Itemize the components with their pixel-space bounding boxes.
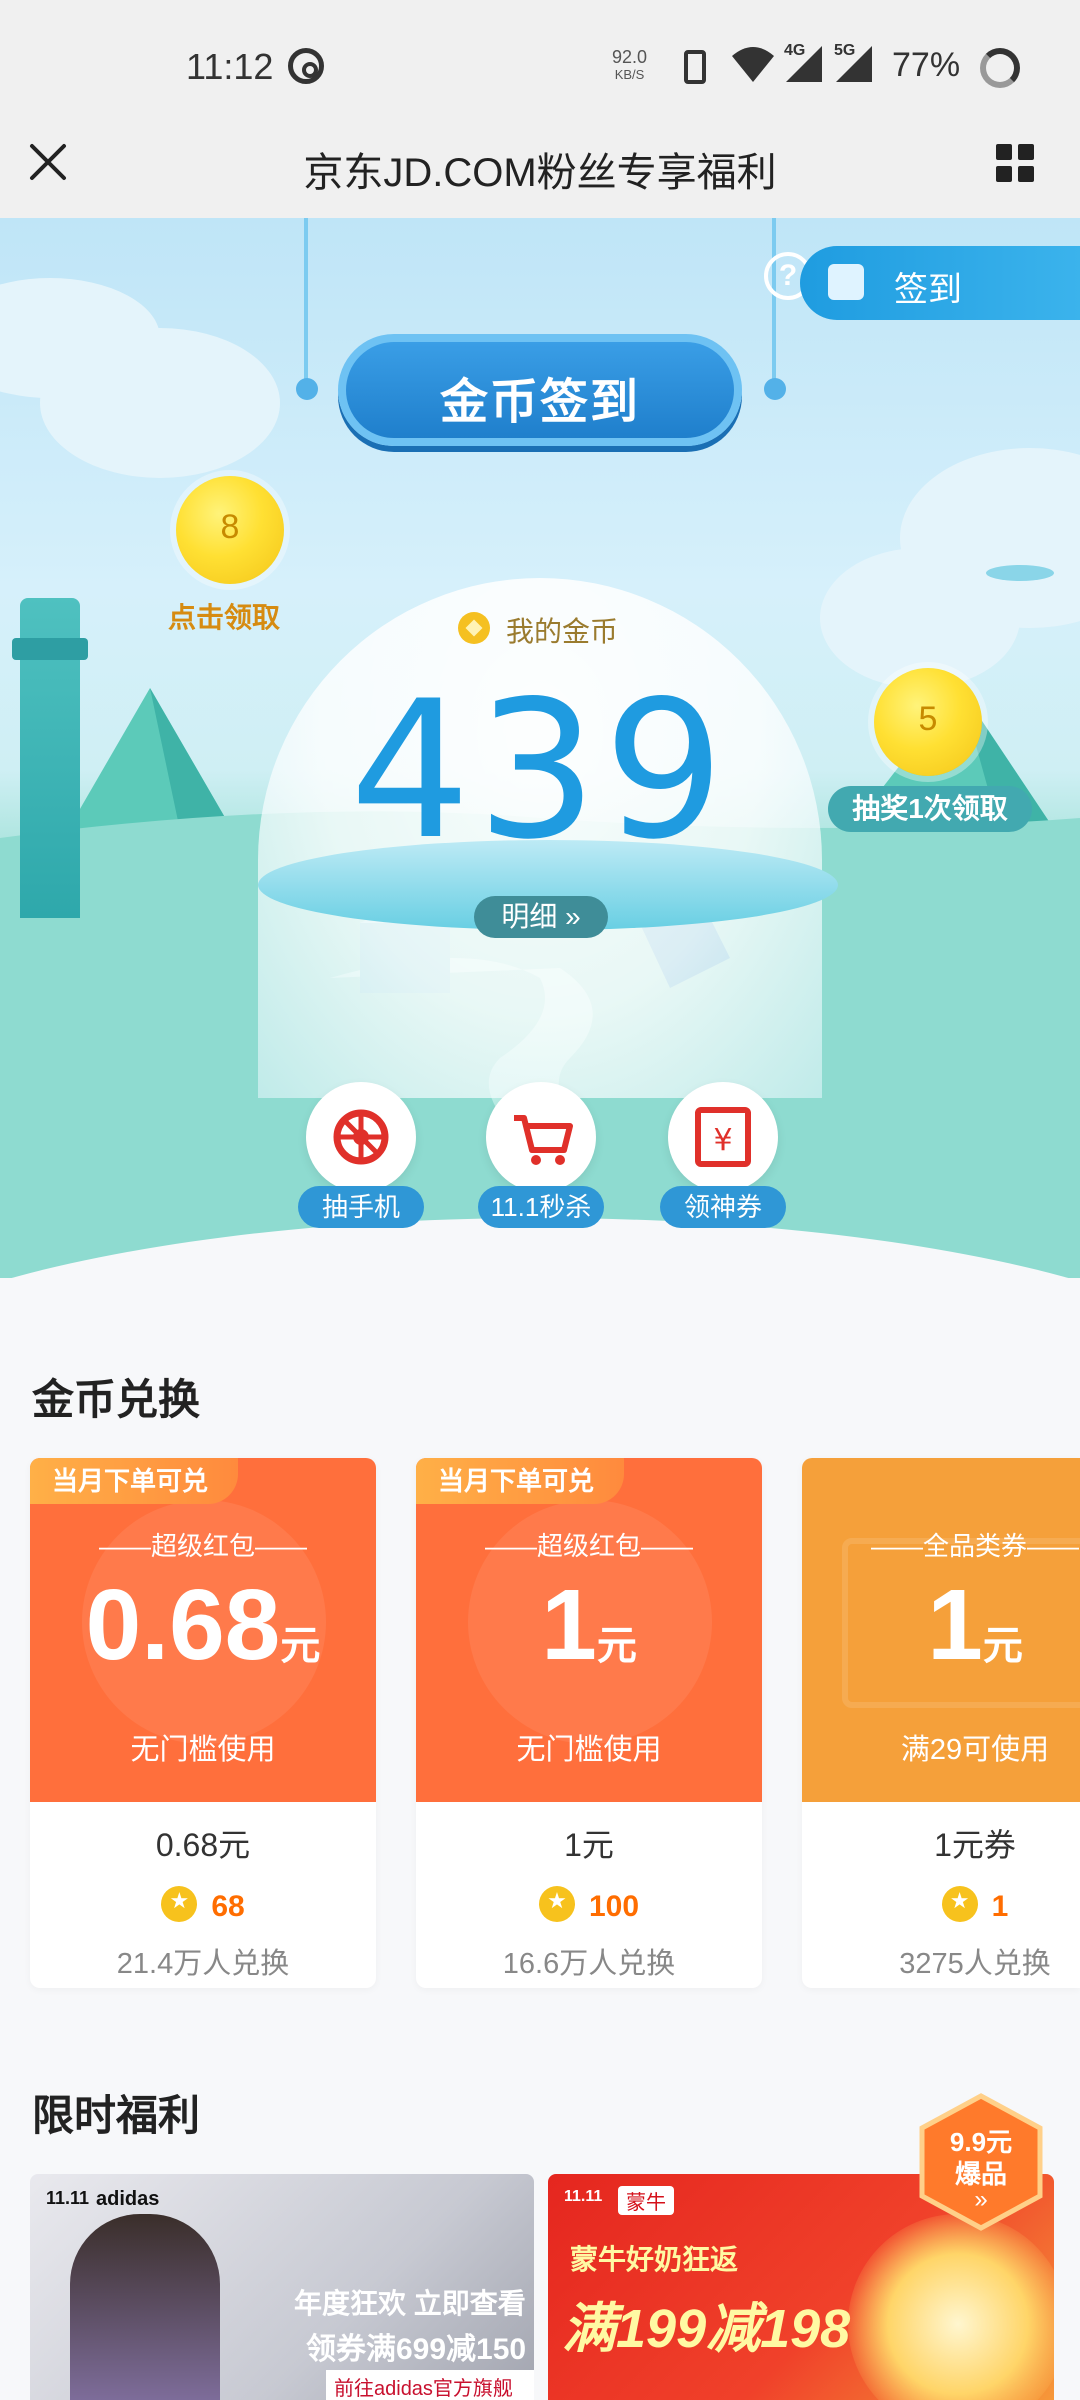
vibrate-icon xyxy=(684,50,706,84)
coupon-redeem-count: 16.6万人兑换 xyxy=(502,1948,676,1980)
claim-coin-value: 8 xyxy=(220,508,240,546)
chevron-right-icon: » xyxy=(974,2186,988,2213)
promo-line: 领券满699减150 xyxy=(306,2333,527,2366)
coupon-redeem-count: 21.4万人兑换 xyxy=(116,1948,290,1980)
coupon-condition: 满29可使用 xyxy=(900,1734,1050,1766)
coupon-cost: 100 xyxy=(416,1886,762,1924)
banner-knob xyxy=(764,378,786,400)
promo-banner-adidas[interactable]: 11.11 adidas 年度狂欢 立即查看 领券满699减150 前往adid… xyxy=(30,2174,534,2400)
section-title-limited: 限时福利 xyxy=(32,2092,201,2139)
quick-action-lottery-phone[interactable]: 抽手机 xyxy=(298,1082,424,1228)
coin-icon xyxy=(161,1886,198,1922)
svg-text:¥: ¥ xyxy=(713,1123,732,1158)
coupon-name: 1元 xyxy=(564,1827,614,1863)
coin-detail-button[interactable]: 明细 » xyxy=(474,896,608,938)
quick-action-label: 领神券 xyxy=(660,1186,786,1228)
coin-icon xyxy=(941,1886,978,1922)
coupon-face: 当月下单可兑 ——超级红包—— 1元 无门槛使用 xyxy=(416,1458,762,1802)
my-coins-value: 439 xyxy=(349,660,731,881)
coupon-redeem-count: 3275人兑换 xyxy=(899,1948,1051,1980)
product-illustration xyxy=(848,2214,1054,2400)
exchange-card[interactable]: ——全品类券—— 1元 满29可使用 1元券 1 3275人兑换 xyxy=(802,1458,1080,1988)
promo-store-link[interactable]: 前往adidas官方旗舰店 xyxy=(326,2370,534,2400)
coupon-tag: 当月下单可兑 xyxy=(416,1458,625,1504)
coupon-cost: 1 xyxy=(802,1886,1080,1924)
coupon-condition: 无门槛使用 xyxy=(516,1734,662,1766)
coupon-face: ——全品类券—— 1元 满29可使用 xyxy=(802,1458,1080,1802)
battery-percent: 77% xyxy=(892,46,961,84)
quick-action-coupon[interactable]: ¥ 领神券 xyxy=(660,1082,786,1228)
quick-action-label: 11.1秒杀 xyxy=(478,1186,604,1228)
quick-action-label: 抽手机 xyxy=(298,1186,424,1228)
yuan-coupon-icon: ¥ xyxy=(668,1082,778,1192)
claim-coin-label[interactable]: 点击领取 xyxy=(168,596,280,636)
deal-badge[interactable]: 9.9元 爆品 » xyxy=(916,2092,1046,2232)
coupon-amount: 1元 xyxy=(927,1569,1023,1681)
coupon-cost: 68 xyxy=(30,1886,376,1924)
my-coins-label: 我的金币 xyxy=(506,616,619,647)
promo-event-tag: 11.11 xyxy=(564,2188,603,2205)
coupon-type: ——全品类券—— xyxy=(870,1531,1079,1561)
signal-5g-label: 5G xyxy=(834,42,856,59)
nav-bar: 京东JD.COM粉丝专享福利 xyxy=(0,110,1080,218)
promo-event-tag: 11.11 xyxy=(46,2188,90,2208)
banner-title: 金币签到 xyxy=(439,376,640,429)
coupon-name: 0.68元 xyxy=(155,1827,251,1863)
coupon-amount: 0.68元 xyxy=(85,1569,321,1681)
banner-rope xyxy=(772,218,776,388)
banner-rope xyxy=(304,218,308,388)
brand-name: 蒙牛 xyxy=(618,2186,674,2215)
network-speed: 92.0 KB/S xyxy=(612,48,647,84)
coupon-type: ——超级红包—— xyxy=(98,1531,307,1561)
lottery-wheel-icon xyxy=(306,1082,416,1192)
exchange-card[interactable]: 当月下单可兑 ——超级红包—— 0.68元 无门槛使用 0.68元 68 21.… xyxy=(30,1458,376,1988)
sign-in-button[interactable]: 签到 xyxy=(800,246,1080,320)
battery-icon xyxy=(980,48,1020,88)
sync-icon xyxy=(288,48,324,84)
exchange-card[interactable]: 当月下单可兑 ——超级红包—— 1元 无门槛使用 1元 100 16.6万人兑换 xyxy=(416,1458,762,1988)
banner-knob xyxy=(296,378,318,400)
promo-headline: 满199减198 xyxy=(562,2299,851,2359)
network-speed-value: 92.0 xyxy=(612,47,648,67)
coin-icon xyxy=(538,1886,575,1922)
page-title: 京东JD.COM粉丝专享福利 xyxy=(303,151,777,195)
coin-signin-banner: 金币签到 xyxy=(338,334,742,446)
brand-name: adidas xyxy=(96,2188,160,2210)
status-time: 11:12 xyxy=(186,46,274,87)
model-photo xyxy=(70,2214,220,2400)
shopping-cart-icon xyxy=(486,1082,596,1192)
network-speed-unit: KB/S xyxy=(614,67,645,82)
section-title-exchange: 金币兑换 xyxy=(32,1376,201,1423)
coin-icon xyxy=(458,612,490,644)
coupon-face: 当月下单可兑 ——超级红包—— 0.68元 无门槛使用 xyxy=(30,1458,376,1802)
coupon-amount: 1元 xyxy=(541,1569,637,1681)
coupon-type: ——超级红包—— xyxy=(484,1531,693,1561)
promo-line: 蒙牛好奶狂返 xyxy=(570,2244,739,2275)
claim-coin-bubble[interactable]: 8 xyxy=(176,476,284,584)
coupon-name: 1元券 xyxy=(934,1827,1016,1863)
coupon-condition: 无门槛使用 xyxy=(130,1734,276,1766)
more-menu-icon[interactable] xyxy=(996,144,1034,182)
sign-in-label: 签到 xyxy=(894,271,962,309)
wifi-icon xyxy=(732,47,774,82)
promo-line: 年度狂欢 立即查看 xyxy=(294,2288,526,2319)
coupon-tag: 当月下单可兑 xyxy=(30,1458,239,1504)
quick-action-flash-sale[interactable]: 11.1秒杀 xyxy=(478,1082,604,1228)
calendar-icon xyxy=(828,264,864,300)
signal-4g-label: 4G xyxy=(784,42,806,59)
